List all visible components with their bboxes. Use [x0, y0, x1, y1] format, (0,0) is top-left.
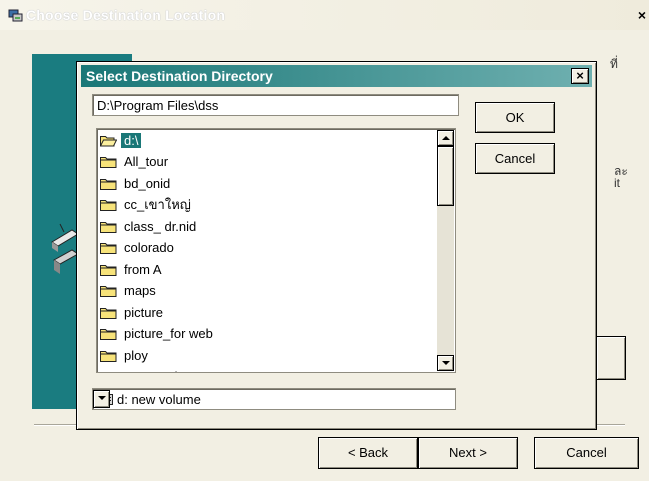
folder-label: from A [124, 261, 162, 277]
outer-window-title: Choose Destination Location [26, 7, 226, 23]
folder-label: class_ dr.nid [124, 218, 197, 234]
dialog-title-bar: Select Destination Directory × [81, 65, 592, 87]
path-input[interactable]: D:\Program Files\dss [92, 94, 459, 116]
folder-icon [100, 155, 117, 168]
scroll-down-button[interactable] [437, 355, 454, 371]
folder-icon [100, 327, 117, 340]
open-folder-icon [99, 134, 118, 147]
dialog-title: Select Destination Directory [86, 68, 273, 84]
folder-item[interactable]: maps [100, 281, 159, 301]
drive-select-value: d: new volume [117, 392, 201, 407]
scroll-thumb[interactable] [437, 146, 454, 206]
folder-item[interactable]: post card [100, 367, 180, 372]
folder-item[interactable]: picture [100, 302, 166, 322]
outer-close-icon[interactable]: × [635, 7, 649, 23]
close-icon: × [576, 68, 584, 83]
scroll-up-button[interactable] [437, 130, 454, 146]
drive-dropdown-button[interactable] [93, 390, 110, 408]
dialog-cancel-button[interactable]: Cancel [475, 143, 555, 174]
dialog-close-button[interactable]: × [571, 68, 589, 84]
folder-item[interactable]: from A [100, 259, 165, 279]
folder-label: post card [121, 369, 180, 372]
folder-item[interactable]: class_ dr.nid [100, 216, 199, 236]
drive-select[interactable]: d: new volume [92, 388, 456, 410]
folder-icon [100, 198, 117, 211]
folder-item[interactable]: picture_for web [100, 324, 216, 344]
folder-item[interactable]: colorado [100, 238, 177, 258]
select-directory-dialog: Select Destination Directory × D:\Progra… [76, 61, 597, 430]
arrow-down-icon [442, 361, 450, 365]
ok-button[interactable]: OK [475, 102, 555, 133]
folder-label: picture_for web [124, 326, 213, 341]
folder-item[interactable]: bd_onid [100, 173, 173, 193]
folder-icon [100, 220, 117, 233]
vertical-scrollbar[interactable] [437, 130, 454, 371]
folder-label: All_tour [124, 154, 169, 169]
folder-icon [100, 349, 117, 362]
cancel-button[interactable]: Cancel [534, 437, 639, 469]
hidden-text-fragment: it [614, 176, 620, 190]
folder-label: picture [124, 304, 164, 320]
folder-label: cc_เขาใหญ่ [124, 197, 191, 212]
folder-icon [100, 370, 117, 372]
folder-label: colorado [124, 240, 174, 255]
back-button[interactable]: < Back [318, 437, 418, 469]
outer-title-bar: Choose Destination Location × [0, 0, 649, 30]
folder-item[interactable]: d:\ [99, 130, 142, 150]
chevron-down-icon [98, 396, 106, 400]
folder-label: maps [124, 283, 156, 298]
setup-app-icon [8, 9, 23, 22]
folder-icon [100, 284, 117, 297]
folder-item[interactable]: cc_เขาใหญ่ [100, 195, 194, 215]
folder-item[interactable]: ploy [100, 345, 151, 365]
folder-icon [100, 177, 117, 190]
hidden-text-fragment: ที่ [610, 57, 618, 71]
folder-label: d:\ [121, 132, 142, 148]
folder-label: ploy [124, 347, 148, 363]
directory-list[interactable]: post card ploy picture_for web picture maps f… [96, 128, 456, 373]
folder-item[interactable]: All_tour [100, 152, 171, 172]
folder-icon [100, 306, 117, 319]
folder-icon [100, 241, 117, 254]
arrow-up-icon [442, 136, 450, 140]
folder-icon [100, 263, 117, 276]
next-button[interactable]: Next > [418, 437, 518, 469]
folder-label: bd_onid [124, 175, 171, 191]
browse-button-partial[interactable] [596, 336, 626, 380]
